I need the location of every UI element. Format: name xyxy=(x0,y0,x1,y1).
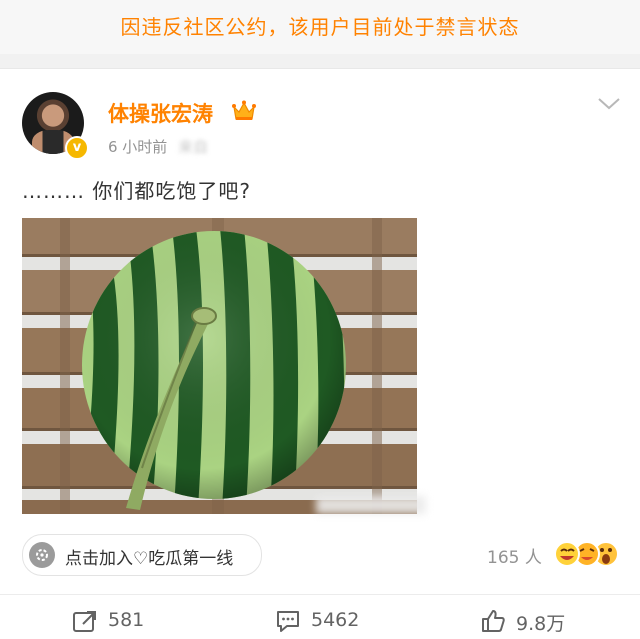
repost-button[interactable]: 581 xyxy=(72,607,162,635)
like-button[interactable]: 9.8万 xyxy=(480,607,590,635)
action-bar-divider xyxy=(0,594,640,595)
watermark-blur xyxy=(316,496,426,514)
post-meta: 6 小时前 来自 xyxy=(108,136,208,157)
post-time: 6 小时前 xyxy=(108,138,168,156)
comment-button[interactable]: 5462 xyxy=(275,607,375,635)
post-source: 来自 xyxy=(178,138,209,156)
reaction-emojis xyxy=(554,541,619,567)
crown-icon[interactable] xyxy=(231,99,257,123)
chevron-down-icon[interactable] xyxy=(597,97,621,111)
topic-icon xyxy=(29,542,55,568)
repost-count: 581 xyxy=(108,609,145,631)
like-icon xyxy=(482,610,505,632)
repost-icon xyxy=(73,611,96,632)
comment-count: 5462 xyxy=(311,609,360,631)
topic-participant-count: 165 人 xyxy=(487,548,542,568)
topic-join-button[interactable]: 点击加入♡吃瓜第一线 xyxy=(22,534,262,576)
mute-notice-banner: 因违反社区公约，该用户目前处于禁言状态 xyxy=(0,0,640,54)
username[interactable]: 体操张宏涛 xyxy=(108,98,213,128)
post-image-watermelon[interactable] xyxy=(22,218,417,514)
comment-icon xyxy=(277,611,299,632)
post-text: ……… 你们都吃饱了吧? xyxy=(22,179,251,203)
like-count: 9.8万 xyxy=(516,613,566,635)
section-gap xyxy=(0,54,640,68)
divider xyxy=(0,68,640,69)
topic-label: 点击加入♡吃瓜第一线 xyxy=(65,549,234,569)
verified-icon: v xyxy=(65,136,89,160)
